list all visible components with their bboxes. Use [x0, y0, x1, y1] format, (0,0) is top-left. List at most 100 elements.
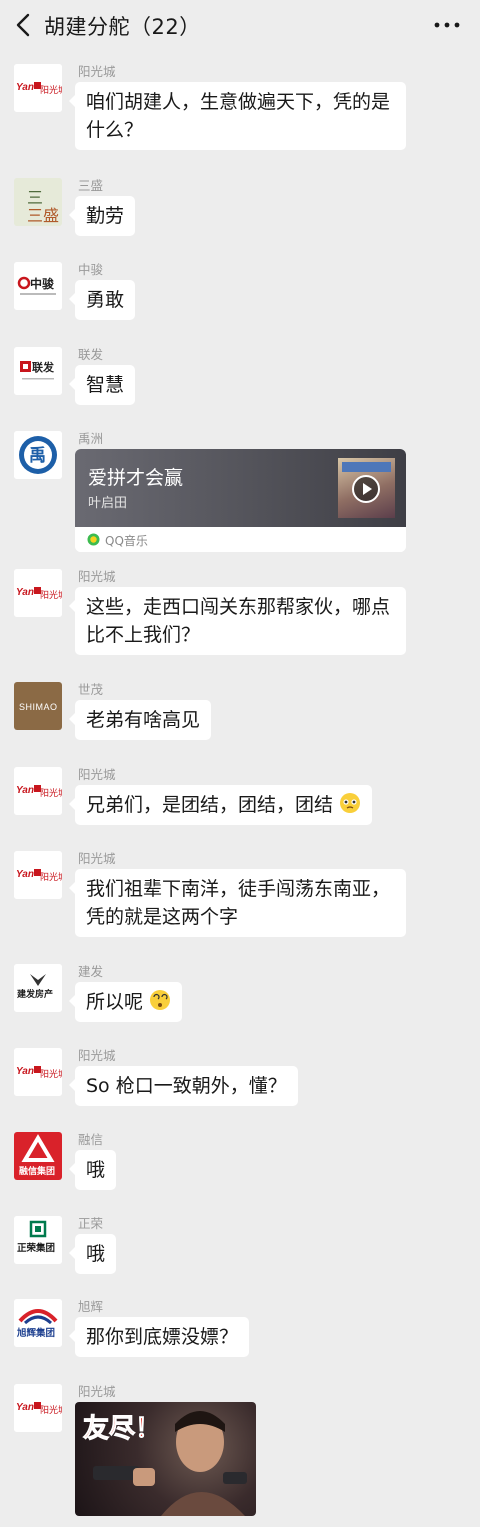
chat-header: 胡建分舵（22） [0, 0, 480, 52]
message-bubble[interactable]: 勇敢 [68, 280, 136, 320]
message-text: 咱们胡建人，生意做遍天下，凭的是什么？ [86, 91, 391, 141]
yango-logo-icon: Yan 阳光城 [14, 569, 62, 617]
svg-text:阳光城: 阳光城 [40, 871, 62, 883]
message-text: 兄弟们，是团结，团结，团结 [86, 794, 334, 816]
music-title: 爱拼才会赢 [88, 467, 184, 489]
lianfa-logo-icon: 联发 [14, 347, 62, 395]
message-text: 这些，走西口闯关东那帮家伙，哪点比不上我们？ [86, 596, 391, 646]
message-text: 哦 [86, 1159, 106, 1181]
message-bubble[interactable]: 哦 [68, 1234, 117, 1274]
sansheng-logo-icon: 三 三盛 [14, 178, 62, 226]
avatar-jianfa[interactable]: 建发房产 [14, 964, 62, 1012]
sender-name: 禹洲 [78, 431, 104, 446]
sticker-image[interactable]: 友尽！ [75, 1402, 256, 1516]
sender-name: 阳光城 [78, 1048, 116, 1063]
svg-text:阳光城: 阳光城 [40, 1068, 62, 1080]
yango-logo-icon: Yan 阳光城 [14, 1384, 62, 1432]
message-text: 所以呢 [86, 991, 144, 1013]
avatar-yango[interactable]: Yan 阳光城 [14, 1048, 62, 1096]
sender-name: 正荣 [78, 1216, 104, 1231]
sender-name: 建发 [78, 964, 104, 979]
svg-text:三: 三 [27, 188, 43, 207]
sender-name: 世茂 [78, 682, 104, 697]
svg-text:中骏: 中骏 [30, 276, 55, 291]
more-dots-icon[interactable] [430, 14, 464, 36]
zhongjun-logo-icon: 中骏 [14, 262, 62, 310]
message-bubble[interactable]: 咱们胡建人，生意做遍天下，凭的是什么？ [69, 82, 406, 150]
svg-text:联发: 联发 [32, 360, 55, 374]
music-card-header: 爱拼才会赢 叶启田 [75, 449, 406, 527]
message-text: 我们祖辈下南洋，徒手闯荡东南亚，凭的就是这两个字 [86, 878, 391, 928]
svg-text:阳光城: 阳光城 [40, 1404, 62, 1416]
music-card-footer: QQ音乐 [75, 527, 406, 552]
avatar-yango[interactable]: Yan 阳光城 [14, 851, 62, 899]
message-bubble[interactable]: 所以呢 [68, 982, 183, 1022]
avatar-shimao[interactable]: SHIMAO [14, 682, 62, 730]
message-bubble[interactable]: 兄弟们，是团结，团结，团结 [68, 785, 373, 825]
avatar-yango[interactable]: Yan 阳光城 [14, 569, 62, 617]
avatar-rongxin[interactable]: 融信集团 [14, 1132, 62, 1180]
pleading-face-emoji [340, 793, 361, 813]
zhenro-logo-icon: 正荣集团 [14, 1216, 62, 1264]
dizzy-face-emoji [150, 990, 171, 1010]
qq-music-icon [87, 533, 100, 546]
sender-name: 阳光城 [78, 1384, 116, 1399]
message-bubble[interactable]: 那你到底嫖没嫖？ [68, 1317, 250, 1357]
sender-name: 阳光城 [78, 851, 116, 866]
sender-name: 旭辉 [78, 1299, 104, 1314]
avatar-lianfa[interactable]: 联发 [14, 347, 62, 395]
message-bubble[interactable]: So 枪口一致朝外，懂？ [69, 1066, 298, 1106]
music-source: QQ音乐 [105, 534, 148, 548]
yango-logo-icon: Yan 阳光城 [14, 1048, 62, 1096]
sender-name: 阳光城 [78, 767, 116, 782]
avatar-sansheng[interactable]: 三 三盛 [14, 178, 62, 226]
svg-text:Yan: Yan [16, 1066, 34, 1077]
rongxin-logo-icon: 融信集团 [14, 1132, 62, 1180]
svg-text:禹: 禹 [29, 446, 46, 466]
sender-name: 阳光城 [78, 569, 116, 584]
avatar-yango[interactable]: Yan 阳光城 [14, 64, 62, 112]
message-text: 那你到底嫖没嫖？ [86, 1326, 239, 1348]
yango-logo-icon: Yan 阳光城 [14, 851, 62, 899]
album-cover-band [342, 462, 391, 472]
avatar-yuzhou[interactable]: 禹 [14, 431, 62, 479]
svg-text:正荣集团: 正荣集团 [17, 1242, 55, 1254]
message-text: 老弟有啥高见 [86, 709, 201, 731]
message-text: 智慧 [86, 374, 125, 396]
sender-name: 联发 [78, 347, 104, 362]
music-artist: 叶启田 [88, 496, 128, 511]
svg-text:Yan: Yan [16, 869, 34, 880]
message-bubble[interactable]: 勤劳 [68, 196, 136, 236]
svg-text:旭辉集团: 旭辉集团 [16, 1327, 55, 1339]
svg-text:三盛: 三盛 [27, 206, 59, 225]
yango-logo-icon: Yan 阳光城 [14, 64, 62, 112]
jianfa-logo-icon: 建发房产 [14, 964, 62, 1012]
svg-text:SHIMAO: SHIMAO [19, 702, 58, 712]
message-bubble[interactable]: 哦 [68, 1150, 117, 1190]
svg-text:Yan: Yan [16, 82, 34, 93]
chat-title: 胡建分舵（22） [44, 15, 201, 39]
music-share-card[interactable]: 爱拼才会赢 叶启田 QQ音乐 [75, 449, 406, 552]
message-text: So 枪口一致朝外，懂？ [86, 1075, 287, 1097]
svg-text:建发房产: 建发房产 [17, 988, 53, 1000]
sticker-caption: 友尽！ [82, 1414, 162, 1445]
svg-text:Yan: Yan [16, 1402, 34, 1413]
message-text: 勤劳 [86, 205, 125, 227]
message-bubble[interactable]: 老弟有啥高见 [68, 700, 212, 740]
sender-name: 融信 [78, 1132, 104, 1147]
svg-text:阳光城: 阳光城 [40, 84, 62, 96]
cifi-logo-icon: 旭辉集团 [14, 1299, 62, 1347]
avatar-cifi[interactable]: 旭辉集团 [14, 1299, 62, 1347]
album-cover [338, 458, 395, 518]
message-bubble[interactable]: 这些，走西口闯关东那帮家伙，哪点比不上我们？ [69, 587, 406, 655]
avatar-yango[interactable]: Yan 阳光城 [14, 1384, 62, 1432]
avatar-yango[interactable]: Yan 阳光城 [14, 767, 62, 815]
avatar-zhongjun[interactable]: 中骏 [14, 262, 62, 310]
play-icon[interactable] [352, 475, 380, 503]
yango-logo-icon: Yan 阳光城 [14, 767, 62, 815]
chevron-left-icon[interactable] [12, 12, 36, 38]
svg-text:融信集团: 融信集团 [19, 1165, 55, 1177]
avatar-zhenro[interactable]: 正荣集团 [14, 1216, 62, 1264]
message-bubble[interactable]: 我们祖辈下南洋，徒手闯荡东南亚，凭的就是这两个字 [69, 869, 406, 937]
message-bubble[interactable]: 智慧 [68, 365, 136, 405]
